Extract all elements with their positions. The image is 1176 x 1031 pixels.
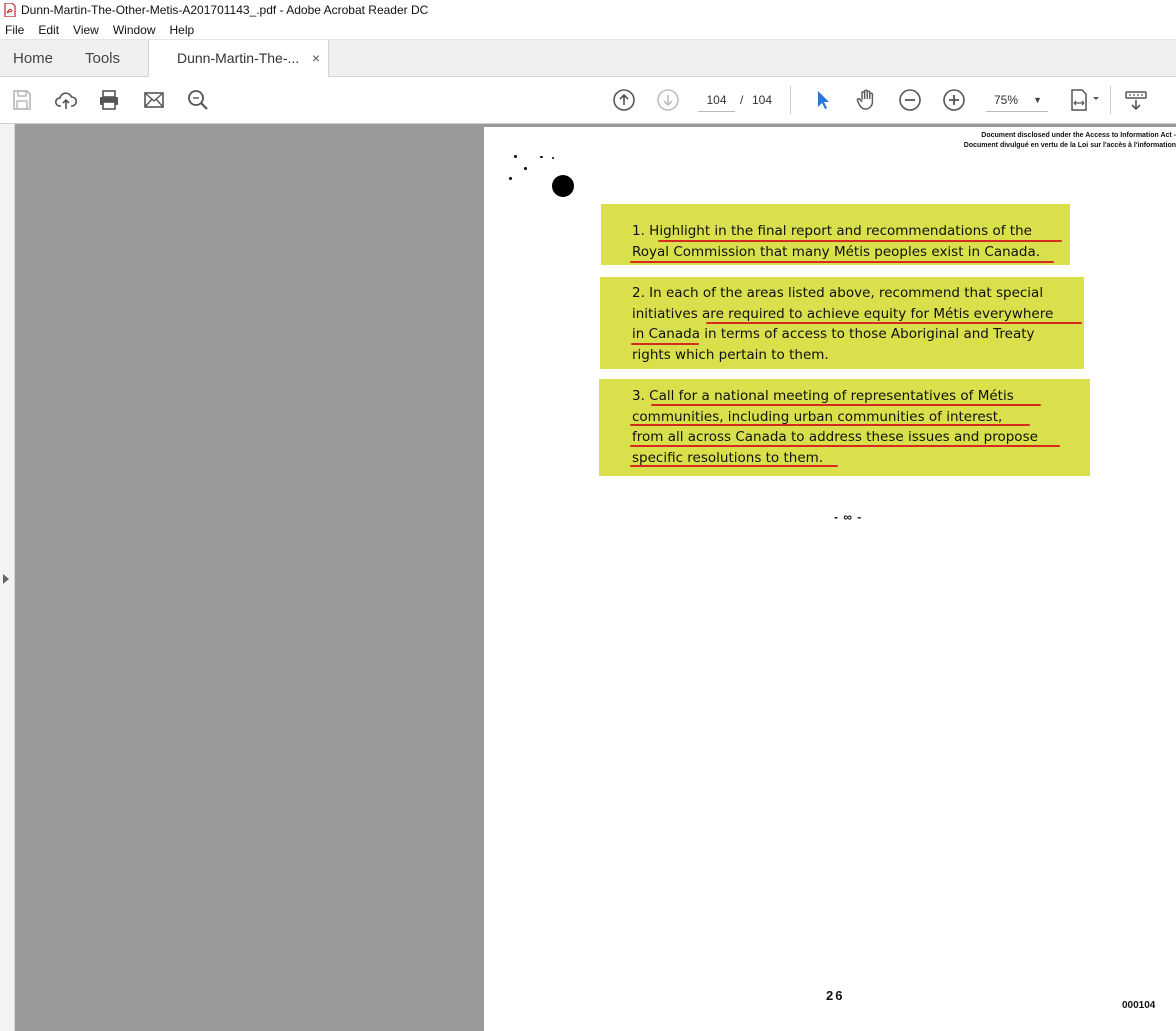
red-underline (630, 424, 1030, 426)
menu-help[interactable]: Help (165, 23, 200, 37)
recommendation-2: 2. In each of the areas listed above, re… (632, 283, 1053, 365)
menu-view[interactable]: View (68, 23, 104, 37)
menu-window[interactable]: Window (108, 23, 161, 37)
page-number-label: 26 (826, 988, 845, 1003)
toolbar-divider (790, 86, 791, 114)
red-underline (630, 465, 838, 467)
recommendation-2-line-3: in Canada in terms of access to those Ab… (632, 326, 1035, 342)
document-number: 000104 (1122, 1000, 1156, 1011)
scan-artifact (552, 175, 574, 197)
print-icon[interactable] (96, 87, 122, 113)
tab-document-label: Dunn-Martin-The-... (177, 50, 300, 66)
search-zoom-icon[interactable] (185, 87, 211, 113)
pdf-page: Document disclosed under the Access to I… (484, 127, 1176, 1031)
chevron-down-icon: ▼ (1033, 95, 1042, 105)
read-mode-icon[interactable] (1123, 87, 1149, 113)
zoom-out-icon[interactable] (897, 87, 923, 113)
page-number-input[interactable]: 104 (698, 88, 735, 112)
recommendation-2-line-2: initiatives are required to achieve equi… (632, 305, 1054, 322)
close-tab-icon[interactable]: × (312, 40, 320, 77)
email-icon[interactable] (141, 87, 167, 113)
menu-edit[interactable]: Edit (33, 23, 64, 37)
scan-speck (524, 167, 527, 170)
scan-speck (540, 156, 543, 158)
save-icon[interactable] (9, 87, 35, 113)
fit-page-icon[interactable] (1068, 87, 1104, 113)
expand-panel-icon[interactable] (3, 574, 9, 584)
pdf-file-icon (4, 3, 16, 17)
red-underline (651, 404, 1041, 406)
recommendation-1-line-2: Royal Commission that many Métis peoples… (632, 243, 1041, 260)
recommendation-3: 3. Call for a national meeting of repres… (632, 386, 1038, 468)
disclosure-notice-en: Document disclosed under the Access to I… (981, 132, 1176, 139)
recommendation-2-line-1: 2. In each of the areas listed above, re… (632, 285, 1044, 301)
next-page-icon[interactable] (655, 87, 681, 113)
select-cursor-icon[interactable] (810, 87, 836, 113)
red-underline (658, 240, 1062, 242)
page-separator: / (740, 93, 744, 107)
hand-tool-icon[interactable] (853, 87, 879, 113)
tab-bar: Home Tools Dunn-Martin-The-... × (0, 40, 1176, 78)
zoom-in-icon[interactable] (941, 87, 967, 113)
recommendation-2-line-4: rights which pertain to them. (632, 346, 829, 363)
title-bar: Dunn-Martin-The-Other-Metis-A201701143_.… (0, 0, 1176, 20)
window-title: Dunn-Martin-The-Other-Metis-A201701143_.… (21, 3, 429, 17)
toolbar-divider (1110, 86, 1111, 114)
section-divider: - ∞ - (834, 510, 863, 524)
previous-page-icon[interactable] (611, 87, 637, 113)
disclosure-notice: Document disclosed under the Access to I… (876, 131, 1176, 151)
tab-home[interactable]: Home (13, 40, 53, 77)
red-underline (706, 322, 1082, 324)
cloud-upload-icon[interactable] (53, 87, 79, 113)
scan-speck (509, 177, 512, 180)
tab-tools[interactable]: Tools (85, 40, 120, 77)
zoom-level-select[interactable]: 75% ▼ (986, 88, 1048, 112)
zoom-level-value: 75% (994, 93, 1019, 107)
scan-speck (552, 157, 554, 159)
recommendation-1-line-1: 1. Highlight in the final report and rec… (632, 223, 1032, 239)
disclosure-notice-fr: Document divulgué en vertu de la Loi sur… (963, 142, 1176, 149)
menu-bar: File Edit View Window Help (0, 20, 1176, 40)
navigation-pane (0, 124, 15, 1031)
red-underline (630, 261, 1054, 263)
menu-file[interactable]: File (0, 23, 29, 37)
scan-speck (514, 155, 517, 158)
tab-document[interactable]: Dunn-Martin-The-... × (148, 40, 329, 78)
red-underline (631, 343, 699, 345)
toolbar: 104 / 104 75% ▼ (0, 77, 1176, 124)
red-underline (630, 445, 1060, 447)
total-pages: 104 (752, 93, 773, 107)
